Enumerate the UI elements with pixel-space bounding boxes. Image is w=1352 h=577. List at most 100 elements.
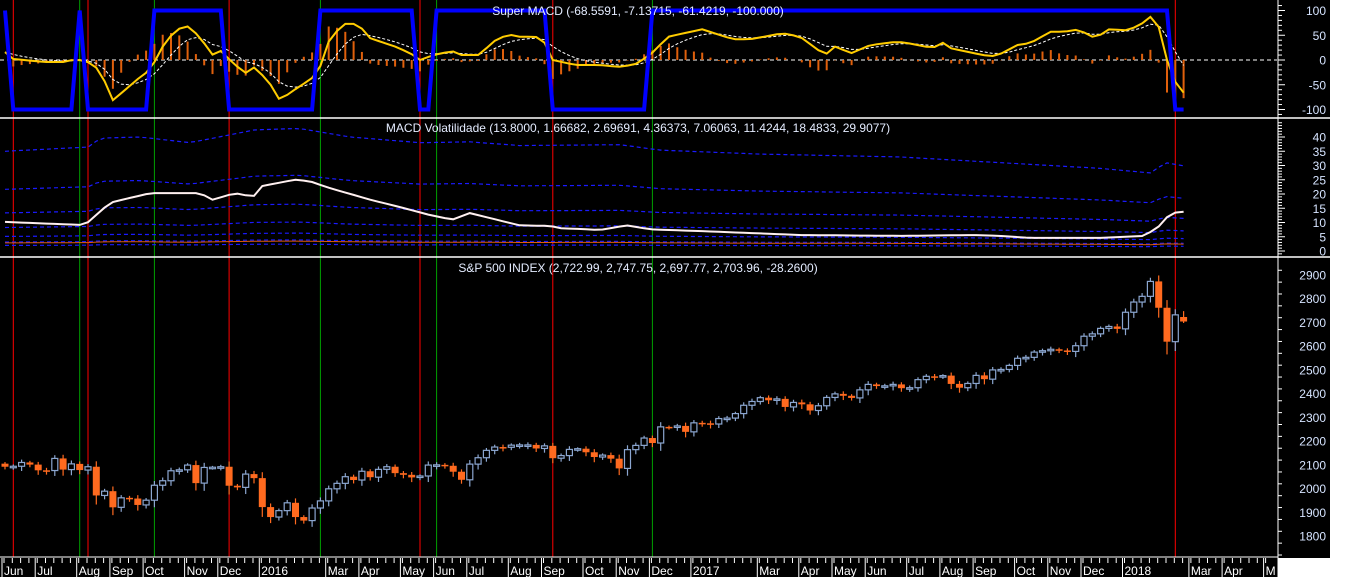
candle-body (350, 476, 358, 481)
candle-body (607, 455, 615, 459)
candle-body (300, 517, 308, 521)
candle-body (1080, 335, 1088, 347)
candle-body (292, 502, 299, 518)
candle-body (806, 404, 814, 411)
candle-body (482, 449, 490, 459)
candle-body (707, 423, 714, 425)
month-label: Oct (1017, 564, 1036, 577)
candle-body (623, 449, 632, 469)
candle-body (515, 444, 524, 448)
price-axis-tick-label: 2000 (1299, 482, 1326, 496)
candle-body (1072, 345, 1080, 353)
candle-body (474, 457, 482, 465)
price-axis-tick-label: 2800 (1299, 292, 1326, 306)
candle-body (765, 397, 773, 401)
month-label: Nov (1050, 564, 1071, 577)
month-label: Aug (510, 564, 531, 577)
candle-body (167, 470, 175, 482)
candle-body (540, 445, 549, 450)
candle-body (873, 384, 880, 387)
candle-body (1180, 317, 1188, 322)
price-axis-tick-label: 1800 (1299, 530, 1326, 544)
candle-body (458, 471, 465, 480)
candle-body (267, 507, 275, 518)
candle-body (823, 396, 831, 407)
macd-axis-tick-label: 0 (1319, 54, 1326, 68)
month-label: Aug (79, 564, 100, 577)
candle-body (59, 458, 67, 470)
candle-body (856, 389, 864, 399)
candle-body (491, 446, 499, 451)
month-label: Apr (1224, 564, 1243, 577)
month-label: Nov (618, 564, 639, 577)
volatility-axis-tick-label: 35 (1313, 145, 1327, 159)
candle-body (1096, 327, 1105, 335)
month-label: Oct (585, 564, 604, 577)
month-label: Nov (187, 564, 208, 577)
candle-body (557, 454, 565, 459)
candle-body (565, 448, 574, 457)
candle-body (632, 444, 640, 451)
candle-body (715, 417, 723, 425)
month-label: Oct (145, 564, 164, 577)
candle-body (126, 497, 133, 500)
candle-body (159, 480, 167, 486)
month-label: Jul (469, 564, 484, 577)
candle-body (789, 401, 798, 408)
candle-body (43, 470, 50, 472)
candle-body (723, 417, 731, 421)
candle-body (947, 375, 955, 384)
candle-body (449, 465, 457, 472)
month-label: 2018 (1125, 564, 1152, 577)
month-label: Jun (4, 564, 23, 577)
candle-body (383, 466, 391, 470)
volatility-axis-tick-label: 25 (1313, 173, 1327, 187)
candle-body (1088, 333, 1096, 337)
candle-body (1163, 307, 1171, 342)
candle-body (798, 402, 806, 405)
candle-body (881, 385, 889, 388)
candle-body (9, 465, 17, 469)
candle-body (399, 473, 407, 475)
candle-body (507, 444, 515, 448)
month-label: Jul (909, 564, 924, 577)
candle-body (889, 383, 897, 387)
candle-body (848, 395, 856, 398)
volatility-axis-tick-label: 40 (1313, 131, 1327, 145)
candle-body (939, 375, 947, 378)
candle-body (391, 466, 399, 474)
candle-body (84, 466, 92, 471)
corner-area (1278, 558, 1352, 577)
candle-body (997, 368, 1005, 372)
candle-body (1038, 350, 1047, 353)
candle-body (208, 466, 217, 470)
month-label: Sep (975, 564, 997, 577)
volatility-axis-tick-label: 0 (1319, 245, 1326, 259)
candle-body (956, 383, 963, 388)
candle-body (408, 474, 416, 478)
month-label: Apr (361, 564, 380, 577)
candle-body (1146, 280, 1155, 297)
price-axis-tick-label: 1900 (1299, 506, 1326, 520)
month-label: Jul (37, 564, 52, 577)
window-edge (1330, 0, 1352, 577)
candle-body (773, 398, 781, 401)
candle-body (931, 376, 939, 378)
candle-body (117, 497, 125, 508)
candle-body (648, 438, 656, 444)
month-label: Jun (436, 564, 455, 577)
month-label: Apr (801, 564, 820, 577)
candle-body (972, 374, 980, 385)
price-axis-tick-label: 2400 (1299, 387, 1326, 401)
candle-body (1, 463, 9, 467)
candle-body (864, 383, 872, 391)
price-axis-tick-label: 2900 (1299, 269, 1326, 283)
stock-chart: Super MACD (-68.5591, -7.13715, -61.4219… (0, 0, 1352, 577)
price-axis-tick-label: 2700 (1299, 316, 1326, 330)
candle-body (250, 474, 258, 479)
month-label: Mar (1191, 564, 1212, 577)
candle-body (333, 482, 341, 490)
month-label: Jun (867, 564, 886, 577)
month-label: 2016 (261, 564, 288, 577)
candle-body (308, 507, 316, 522)
